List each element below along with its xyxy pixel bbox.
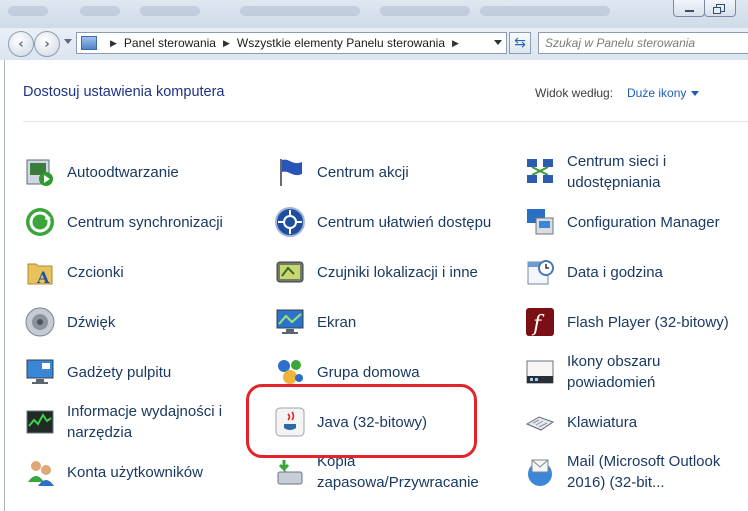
minimize-button[interactable]: [673, 0, 705, 17]
blurred-taskbar-area: [8, 6, 48, 16]
refresh-button[interactable]: ⇆: [509, 32, 531, 54]
cp-item-label: Dźwięk: [67, 313, 116, 331]
cp-item-configuration-manager[interactable]: Configuration Manager: [523, 200, 748, 244]
address-dropdown-icon[interactable]: [494, 40, 502, 45]
forward-arrow-icon: ›: [44, 36, 50, 52]
cp-item-ekran[interactable]: Ekran: [273, 300, 503, 344]
cp-item-label: Grupa domowa: [317, 363, 420, 381]
cp-item-flash-player[interactable]: f Flash Player (32-bitowy): [523, 300, 748, 344]
performance-icon: [23, 405, 57, 439]
flash-icon: f: [523, 305, 557, 339]
configuration-manager-icon: [523, 205, 557, 239]
location-sensor-icon: [273, 255, 307, 289]
breadcrumb-item[interactable]: Panel sterowania: [124, 36, 216, 50]
cp-item-czujniki[interactable]: Czujniki lokalizacji i inne: [273, 250, 513, 294]
title-bar: [0, 0, 748, 28]
cp-item-label: Ikony obszaru powiadomień: [567, 353, 661, 391]
breadcrumb-separator-icon[interactable]: ▶: [223, 38, 230, 49]
forward-button[interactable]: ›: [34, 31, 60, 57]
calendar-clock-icon: [523, 255, 557, 289]
view-by-label: Widok według:: [535, 86, 614, 100]
fonts-folder-icon: A: [23, 255, 57, 289]
users-icon: [23, 455, 57, 489]
mail-icon: [523, 455, 557, 489]
network-icon: [523, 155, 557, 189]
flag-icon: [273, 155, 307, 189]
cp-item-label: Czujniki lokalizacji i inne: [317, 263, 478, 281]
cp-item-centrum-synchronizacji[interactable]: Centrum synchronizacji: [23, 200, 253, 244]
cp-item-gadzety[interactable]: Gadżety pulpitu: [23, 350, 253, 394]
cp-item-label: Gadżety pulpitu: [67, 363, 172, 381]
restore-button[interactable]: [704, 0, 736, 17]
monitor-icon: [273, 305, 307, 339]
back-arrow-icon: ‹: [18, 36, 24, 52]
cp-item-label: Configuration Manager: [567, 213, 720, 231]
cp-item-label: Czcionki: [67, 263, 124, 281]
search-input[interactable]: Szukaj w Panelu sterowania: [538, 32, 748, 54]
cp-item-label: Klawiatura: [567, 413, 638, 431]
cp-item-konta-uzytkownikow[interactable]: Konta użytkowników: [23, 450, 253, 494]
blurred-taskbar-area: [380, 6, 470, 16]
navigation-bar: ‹ › ▶ Panel sterowania ▶ Wszystkie eleme…: [0, 28, 748, 60]
sync-icon: [23, 205, 57, 239]
chevron-down-icon[interactable]: [691, 91, 699, 96]
blurred-taskbar-area: [80, 6, 120, 16]
backup-icon: [273, 455, 307, 489]
cp-item-label: Centrum akcji: [317, 163, 409, 181]
divider: [23, 121, 748, 122]
control-panel-icon: [81, 36, 97, 50]
cp-item-label: Centrum ułatwień dostępu: [317, 213, 492, 231]
view-by-dropdown[interactable]: Duże ikony: [627, 86, 686, 100]
cp-item-czcionki[interactable]: A Czcionki: [23, 250, 253, 294]
breadcrumb-separator-icon[interactable]: ▶: [452, 38, 459, 49]
notification-area-icon: [523, 355, 557, 389]
cp-item-autoodtwarzanie[interactable]: Autoodtwarzanie: [23, 150, 253, 194]
cp-item-label: Autoodtwarzanie: [67, 163, 179, 181]
cp-item-label: Mail (Microsoft Outlook 2016) (32-bit...: [567, 453, 721, 491]
address-bar[interactable]: ▶ Panel sterowania ▶ Wszystkie elementy …: [76, 32, 507, 54]
cp-item-label: Data i godzina: [567, 263, 663, 281]
svg-text:A: A: [36, 268, 50, 287]
cp-item-centrum-ulatwien[interactable]: Centrum ułatwień dostępu: [273, 200, 513, 244]
minimize-icon: [684, 9, 694, 12]
speaker-icon: [23, 305, 57, 339]
gadgets-icon: [23, 355, 57, 389]
breadcrumb-item[interactable]: Wszystkie elementy Panelu sterowania: [237, 36, 445, 50]
blurred-taskbar-area: [240, 6, 360, 16]
cp-item-data-i-godzina[interactable]: Data i godzina: [523, 250, 748, 294]
cp-item-label: Informacje wydajności i narzędzia: [67, 403, 223, 441]
cp-item-mail[interactable]: Mail (Microsoft Outlook 2016) (32-bit...: [523, 450, 748, 494]
cp-item-label: Centrum sieci i udostępniania: [567, 153, 667, 191]
autoplay-icon: [23, 155, 57, 189]
cp-item-label: Ekran: [317, 313, 357, 331]
cp-item-label: Centrum synchronizacji: [67, 213, 223, 231]
blurred-taskbar-area: [140, 6, 200, 16]
blurred-taskbar-area: [480, 6, 610, 16]
window-controls: [673, 0, 736, 17]
cp-item-label: Konta użytkowników: [67, 463, 203, 481]
cp-item-informacje-wydajnosci[interactable]: Informacje wydajności i narzędzia: [23, 400, 243, 444]
accessibility-icon: [273, 205, 307, 239]
cp-item-centrum-akcji[interactable]: Centrum akcji: [273, 150, 503, 194]
cp-item-klawiatura[interactable]: Klawiatura: [523, 400, 748, 444]
cp-item-ikony-obszaru[interactable]: Ikony obszaru powiadomień: [523, 350, 748, 394]
recent-pages-dropdown[interactable]: [64, 39, 72, 44]
refresh-icon: ⇆: [514, 35, 526, 51]
content-pane: Dostosuj ustawienia komputera Widok wedł…: [4, 60, 748, 511]
back-button[interactable]: ‹: [8, 31, 34, 57]
keyboard-icon: [523, 405, 557, 439]
page-title: Dostosuj ustawienia komputera: [23, 84, 225, 100]
breadcrumb-separator-icon[interactable]: ▶: [110, 38, 117, 49]
restore-icon: [712, 4, 725, 14]
cp-item-label: Flash Player (32-bitowy): [567, 313, 729, 331]
cp-item-dzwiek[interactable]: Dźwięk: [23, 300, 253, 344]
cp-item-centrum-sieci[interactable]: Centrum sieci i udostępniania: [523, 150, 748, 194]
highlight-annotation: [246, 384, 477, 458]
